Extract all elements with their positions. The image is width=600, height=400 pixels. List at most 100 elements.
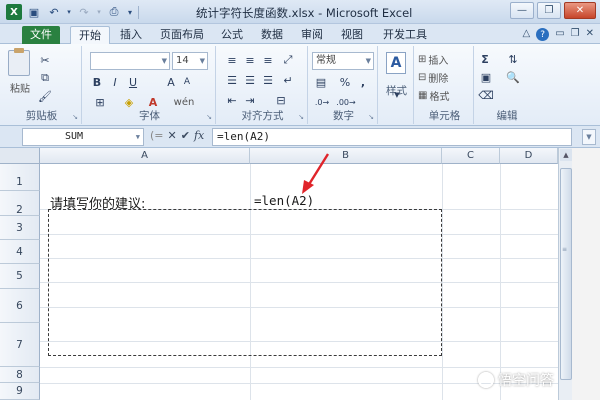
dialog-launcher-icon[interactable]: ↘ — [368, 113, 374, 121]
orientation-icon[interactable]: ⤢ — [280, 52, 296, 68]
select-all-corner[interactable] — [0, 148, 40, 164]
help-icon[interactable]: ? — [536, 28, 550, 41]
tab-review[interactable]: 审阅 — [296, 26, 328, 44]
decrease-indent-icon[interactable]: ⇤ — [224, 92, 240, 108]
percent-style-button[interactable]: % — [338, 74, 352, 90]
dialog-launcher-icon[interactable]: ↘ — [72, 113, 78, 121]
save-icon[interactable]: ▣ — [26, 4, 42, 20]
group-alignment: ≡ ≡ ≡ ⤢ ☰ ☰ ☰ ↵ ⇤ ⇥ ⊟ 对齐方式 ↘ — [218, 46, 308, 124]
align-middle-icon[interactable]: ≡ — [242, 52, 258, 68]
tab-developer[interactable]: 开发工具 — [378, 26, 432, 44]
workbook-close-icon[interactable]: ✕ — [586, 28, 594, 41]
window-controls: — ❐ ✕ — [510, 2, 596, 19]
dialog-launcher-icon[interactable]: ↘ — [206, 113, 212, 121]
row-header-6[interactable]: 6 — [0, 289, 40, 323]
workbook-minimize-icon[interactable]: ▭ — [555, 28, 564, 41]
grow-font-button[interactable]: A — [164, 74, 178, 90]
number-format-value: 常规 — [316, 55, 336, 66]
paste-button[interactable]: 粘贴 — [6, 80, 34, 95]
align-top-icon[interactable]: ≡ — [224, 52, 240, 68]
sort-filter-icon[interactable]: ⇅ — [504, 52, 522, 66]
column-header-b[interactable]: B — [250, 148, 442, 164]
bold-button[interactable]: B — [90, 74, 104, 90]
redo-icon[interactable]: ↷ — [76, 4, 92, 20]
format-cells-button[interactable]: ▦ 格式 — [418, 88, 470, 103]
scroll-thumb[interactable] — [560, 168, 572, 380]
copy-icon[interactable]: ⧉ — [36, 70, 54, 86]
cell-b1[interactable]: =len(A2) — [254, 193, 314, 208]
font-size-combo[interactable]: 14 ▼ — [172, 52, 208, 70]
cell-a2-marquee[interactable] — [48, 209, 442, 356]
tab-file[interactable]: 文件 — [22, 26, 60, 44]
delete-cells-button[interactable]: ⊟ 删除 — [418, 70, 470, 85]
group-font: ▼ 14 ▼ B I U A A ⊞ ◈ A wén 字体 ↘ — [84, 46, 216, 124]
underline-button[interactable]: U — [126, 74, 140, 90]
insert-function-menu-icon[interactable]: (= — [150, 129, 164, 142]
minimize-icon[interactable]: — — [510, 2, 534, 19]
row-header-1[interactable]: 1 — [0, 164, 40, 191]
customize-qat-icon[interactable]: ▾ — [126, 4, 134, 20]
vertical-scrollbar[interactable]: ▲ ≡ — [558, 148, 572, 400]
excel-app-icon[interactable]: X — [6, 4, 22, 20]
align-left-icon[interactable]: ☰ — [224, 72, 240, 88]
fx-icon[interactable]: fx — [194, 129, 204, 142]
row-header-9[interactable]: 9 — [0, 383, 40, 400]
close-icon[interactable]: ✕ — [564, 2, 596, 19]
number-format-combo[interactable]: 常规 ▼ — [312, 52, 374, 70]
tab-formulas[interactable]: 公式 — [216, 26, 248, 44]
row-header-5[interactable]: 5 — [0, 264, 40, 289]
fill-icon[interactable]: ▣ — [478, 70, 494, 84]
dialog-launcher-icon[interactable]: ↘ — [298, 113, 304, 121]
scroll-up-icon[interactable]: ▲ — [560, 149, 572, 161]
print-preview-icon[interactable]: ⎙ — [106, 4, 122, 20]
grip-icon: ≡ — [562, 246, 568, 253]
confirm-icon[interactable]: ✔ — [181, 129, 190, 142]
font-name-combo[interactable]: ▼ — [90, 52, 170, 70]
column-header-a[interactable]: A — [40, 148, 250, 164]
find-select-icon[interactable]: 🔍 — [504, 70, 522, 84]
worksheet-grid: A B C D 1 2 3 4 5 6 7 8 9 请填写你的建议: =len(… — [0, 148, 600, 400]
comma-style-button[interactable]: , — [356, 74, 370, 90]
cell-styles-button[interactable]: A — [386, 52, 406, 74]
row-header-2[interactable]: 2 — [0, 191, 40, 216]
align-center-icon[interactable]: ☰ — [242, 72, 258, 88]
cut-icon[interactable]: ✂ — [36, 52, 54, 68]
row-header-3[interactable]: 3 — [0, 216, 40, 240]
tab-page-layout[interactable]: 页面布局 — [156, 26, 208, 44]
paste-icon[interactable] — [8, 48, 30, 76]
insert-cells-button[interactable]: ⊞ 插入 — [418, 52, 470, 67]
increase-indent-icon[interactable]: ⇥ — [242, 92, 258, 108]
column-header-c[interactable]: C — [442, 148, 500, 164]
undo-dropdown-icon[interactable]: ▾ — [66, 4, 72, 20]
minimize-ribbon-icon[interactable]: △ — [522, 28, 530, 41]
clear-icon[interactable]: ⌫ — [478, 88, 494, 102]
merge-center-icon[interactable]: ⊟ — [268, 92, 294, 108]
align-right-icon[interactable]: ☰ — [260, 72, 276, 88]
expand-formula-bar-icon[interactable]: ▼ — [582, 129, 596, 145]
tab-data[interactable]: 数据 — [256, 26, 288, 44]
tab-insert[interactable]: 插入 — [114, 26, 148, 44]
row-header-8[interactable]: 8 — [0, 367, 40, 383]
cancel-icon[interactable]: ✕ — [168, 129, 177, 142]
shrink-font-button[interactable]: A — [180, 74, 194, 90]
autosum-button[interactable]: Σ — [478, 52, 492, 66]
wrap-text-icon[interactable]: ↵ — [280, 72, 296, 88]
tab-view[interactable]: 视图 — [336, 26, 368, 44]
italic-button[interactable]: I — [108, 74, 122, 90]
row-header-7[interactable]: 7 — [0, 323, 40, 367]
restore-icon[interactable]: ❐ — [537, 2, 561, 19]
undo-icon[interactable]: ↶ — [46, 4, 62, 20]
format-painter-icon[interactable]: 🖌 — [36, 88, 54, 104]
column-header-d[interactable]: D — [500, 148, 558, 164]
group-label-font: 字体 — [139, 110, 160, 122]
row-header-4[interactable]: 4 — [0, 240, 40, 264]
accounting-format-icon[interactable]: ▤ — [312, 74, 330, 90]
formula-input[interactable]: =len(A2) — [212, 128, 572, 146]
chevron-down-icon[interactable]: ▼ — [392, 90, 402, 100]
tab-home[interactable]: 开始 — [70, 26, 110, 44]
group-label-alignment: 对齐方式 — [241, 110, 284, 122]
workbook-restore-icon[interactable]: ❐ — [571, 28, 580, 41]
align-bottom-icon[interactable]: ≡ — [260, 52, 276, 68]
redo-dropdown-icon[interactable]: ▾ — [96, 4, 102, 20]
name-box[interactable]: SUM ▼ — [22, 128, 144, 146]
